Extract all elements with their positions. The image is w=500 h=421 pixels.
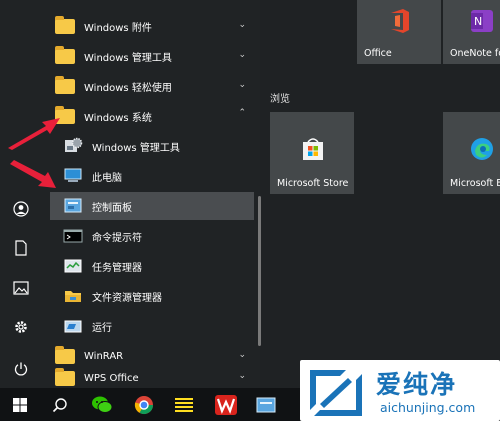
windows-start-icon[interactable] [2, 388, 38, 421]
folder-icon [54, 45, 76, 65]
list-item-label: 任务管理器 [92, 262, 142, 274]
list-item-label: 文件资源管理器 [92, 292, 162, 304]
list-item-task-manager[interactable]: 任务管理器 [50, 252, 254, 280]
list-item-label: 控制面板 [92, 202, 132, 214]
settings-gear-icon[interactable] [7, 314, 35, 340]
tile-microsoft-edge[interactable]: Microsoft E [443, 112, 500, 194]
notes-icon[interactable] [166, 388, 202, 421]
watermark-url: aichunjing.com [380, 400, 476, 415]
control-panel-taskbar-icon[interactable] [248, 388, 284, 421]
list-item-label: Windows 附件 [84, 22, 152, 34]
list-item-label: Windows 轻松使用 [84, 82, 172, 94]
wechat-icon[interactable] [84, 388, 120, 421]
tile-onenote[interactable]: N OneNote fo [443, 0, 500, 64]
search-icon[interactable] [42, 388, 78, 421]
edge-icon [471, 138, 493, 160]
microsoft-store-icon [303, 138, 323, 160]
chevron-down-icon: ⌄ [238, 350, 246, 360]
list-item-label: 命令提示符 [92, 232, 142, 244]
annotation-arrows [8, 118, 60, 188]
wps-icon[interactable] [208, 388, 244, 421]
list-item-label: 此电脑 [92, 172, 122, 184]
user-account-icon[interactable] [7, 196, 35, 222]
svg-text:N: N [474, 15, 482, 28]
chrome-icon[interactable] [126, 388, 162, 421]
list-item-control-panel[interactable]: 控制面板 [50, 192, 254, 220]
tile-group-label: 浏览 [270, 94, 290, 105]
list-item-windows-ease-of-access[interactable]: Windows 轻松使用 ⌄ [50, 72, 254, 100]
list-item-this-pc[interactable]: 此电脑 [50, 162, 254, 190]
file-explorer-icon [62, 287, 84, 305]
tile-label: OneNote fo [450, 48, 500, 59]
list-item-label: WPS Office [84, 372, 139, 384]
list-item-windows-system[interactable]: Windows 系统 ⌃ [50, 102, 254, 130]
watermark-chinese-text: 爱纯净 [376, 370, 458, 399]
tile-label: Office [364, 48, 392, 59]
documents-icon[interactable] [7, 235, 35, 261]
list-item-label: Windows 管理工具 [92, 142, 180, 154]
list-item-label: WinRAR [84, 350, 124, 362]
list-item-command-prompt[interactable]: 命令提示符 [50, 222, 254, 250]
onenote-icon: N [471, 10, 493, 32]
list-item-windows-accessories[interactable]: Windows 附件 ⌄ [50, 12, 254, 40]
watermark-badge: 爱纯净 aichunjing.com [300, 360, 500, 421]
list-item-label: Windows 管理工具 [84, 52, 172, 64]
tile-office[interactable]: Office [357, 0, 441, 64]
list-item-run[interactable]: 运行 [50, 312, 254, 340]
chevron-down-icon: ⌄ [238, 20, 246, 30]
chevron-down-icon: ⌄ [238, 50, 246, 60]
pictures-icon[interactable] [7, 275, 35, 301]
folder-icon [54, 15, 76, 35]
list-item-label: 运行 [92, 322, 112, 334]
tile-label: Microsoft E [450, 178, 500, 189]
office-icon [391, 9, 409, 33]
folder-icon [54, 345, 76, 365]
power-icon[interactable] [7, 356, 35, 382]
list-item-windows-admin-tools[interactable]: Windows 管理工具 [50, 132, 254, 160]
list-item-winrar[interactable]: WinRAR ⌄ [50, 342, 254, 370]
list-item-file-explorer[interactable]: 文件资源管理器 [50, 282, 254, 310]
tile-label: Microsoft Store [277, 178, 349, 189]
folder-icon [54, 75, 76, 95]
cmd-icon [62, 227, 84, 245]
chevron-down-icon: ⌄ [238, 371, 246, 381]
app-list: Windows 附件 ⌄ Windows 管理工具 ⌄ Windows 轻松使用… [44, 0, 260, 388]
watermark-logo-icon [310, 370, 362, 416]
run-icon [62, 317, 84, 335]
tile-microsoft-store[interactable]: Microsoft Store [270, 112, 354, 194]
list-item-label: Windows 系统 [84, 112, 152, 124]
task-manager-icon [62, 257, 84, 275]
scrollbar[interactable] [258, 196, 261, 346]
chevron-up-icon: ⌃ [238, 108, 246, 118]
folder-icon [54, 367, 76, 387]
list-item-wps-office[interactable]: WPS Office ⌄ [50, 367, 254, 388]
list-item-windows-admin-tools-folder[interactable]: Windows 管理工具 ⌄ [50, 42, 254, 70]
chevron-down-icon: ⌄ [238, 80, 246, 90]
control-panel-icon [62, 197, 84, 215]
